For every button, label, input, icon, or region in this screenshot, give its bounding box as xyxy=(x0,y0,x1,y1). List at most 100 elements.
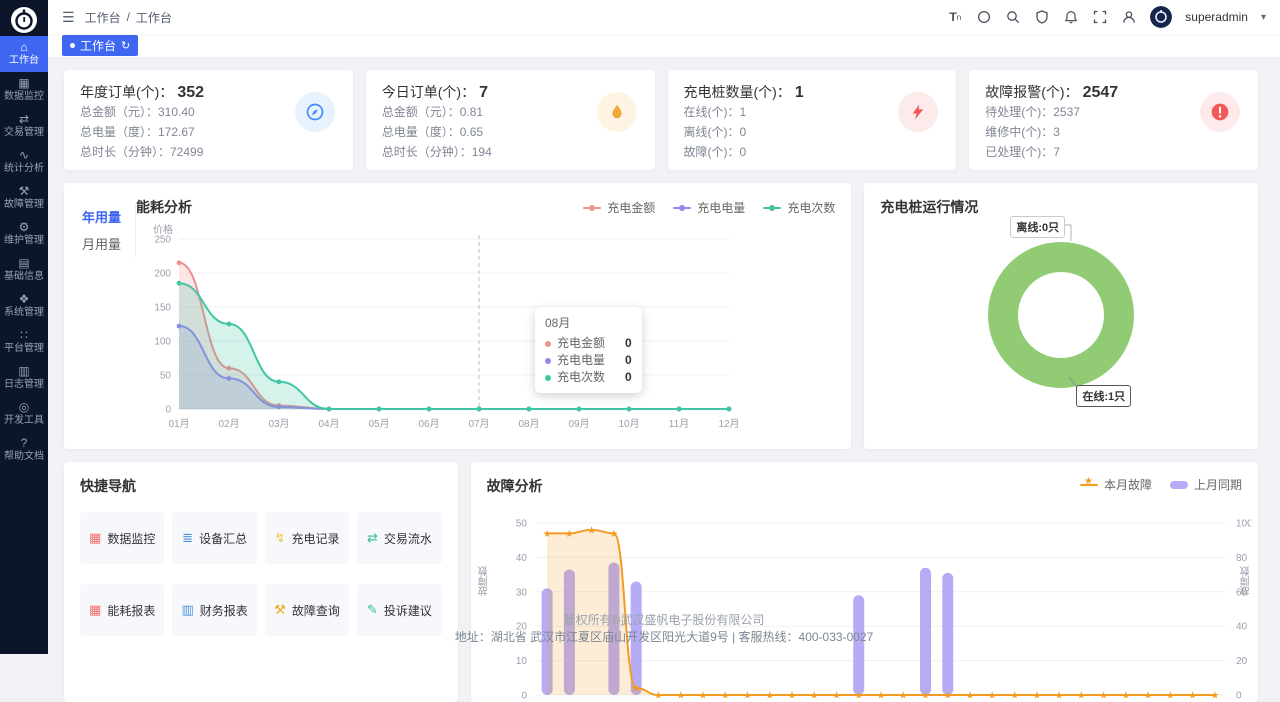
sidebar-item-data-monitor[interactable]: ▦ 数据监控 xyxy=(0,72,48,108)
pile-donut-chart[interactable] xyxy=(864,211,1256,423)
svg-text:12月: 12月 xyxy=(718,418,739,430)
sidebar-item-label: 维护管理 xyxy=(4,235,44,246)
svg-text:250: 250 xyxy=(154,235,171,246)
sidebar-item-devtools[interactable]: ◎开发工具 xyxy=(0,396,48,432)
legend-item[interactable]: 充电金额 xyxy=(583,199,655,216)
energy-line-chart[interactable]: 050100150200250价格01月02月03月04月05月06月07月08… xyxy=(134,223,774,433)
refresh-icon[interactable]: ↻ xyxy=(121,39,130,52)
sidebar-item-label: 帮助文档 xyxy=(4,451,44,462)
chart-tooltip: 08月 充电金额0充电电量0充电次数0 xyxy=(535,307,642,393)
quick-nav-item-2[interactable]: ↯充电记录 xyxy=(265,512,349,564)
workbench-icon: ⌂ xyxy=(20,41,27,53)
avatar[interactable] xyxy=(1150,6,1172,28)
sidebar-item-label: 统计分析 xyxy=(4,163,44,174)
energy-tab-year[interactable]: 年用量 xyxy=(78,203,125,230)
svg-text:★: ★ xyxy=(987,691,996,702)
svg-text:★: ★ xyxy=(1210,691,1219,702)
monitor-grid-icon: ▦ xyxy=(89,530,101,546)
quick-nav-item-0[interactable]: ▦数据监控 xyxy=(80,512,164,564)
app-logo[interactable] xyxy=(10,6,38,34)
info-icon: ▤ xyxy=(18,257,29,269)
font-size-icon[interactable]: Tn xyxy=(947,9,963,25)
svg-text:★: ★ xyxy=(698,691,707,702)
stat-value: 7 xyxy=(479,84,488,101)
svg-text:50: 50 xyxy=(160,371,172,382)
svg-text:★: ★ xyxy=(1032,691,1041,702)
svg-text:11月: 11月 xyxy=(669,418,689,430)
svg-text:价格: 价格 xyxy=(153,223,173,236)
page-footer: 版权所有©武汉盛帆电子股份有限公司 地址：湖北省 武汉市江夏区庙山开发区阳光大道… xyxy=(48,612,1280,646)
search-icon[interactable] xyxy=(1005,9,1021,25)
username[interactable]: superadmin xyxy=(1185,10,1248,24)
sidebar-item-system[interactable]: ❖系统管理 xyxy=(0,288,48,324)
svg-text:★: ★ xyxy=(565,529,574,540)
stat-subline: 故障(个)：0 xyxy=(684,143,941,162)
theme-icon[interactable] xyxy=(1034,9,1050,25)
compass-icon xyxy=(295,92,335,132)
copyright-line: 版权所有©武汉盛帆电子股份有限公司 xyxy=(48,612,1280,629)
sidebar: ⌂工作台▦数据监控⇄交易管理∿统计分析⚒故障管理⚙维护管理▤基础信息❖系统管理∷… xyxy=(0,0,48,654)
profile-icon[interactable] xyxy=(1121,9,1137,25)
stat-card-2: 充电桩数量(个)：1在线(个)：1离线(个)：0故障(个)：0 xyxy=(668,70,957,170)
sidebar-nav: ⌂工作台▦数据监控⇄交易管理∿统计分析⚒故障管理⚙维护管理▤基础信息❖系统管理∷… xyxy=(0,36,48,468)
fullscreen-icon[interactable] xyxy=(1092,9,1108,25)
energy-tab-month[interactable]: 月用量 xyxy=(78,230,125,257)
tab-workbench[interactable]: 工作台 ↻ xyxy=(62,35,138,56)
sidebar-item-maintenance[interactable]: ⚙维护管理 xyxy=(0,216,48,252)
svg-text:02月: 02月 xyxy=(218,418,239,430)
sidebar-item-label: 系统管理 xyxy=(4,307,44,318)
svg-text:★: ★ xyxy=(587,525,596,536)
menu-toggle-icon[interactable]: ☰ xyxy=(62,9,75,26)
stats-icon: ∿ xyxy=(19,149,29,161)
wrench-icon: ⚒ xyxy=(19,185,30,197)
svg-text:05月: 05月 xyxy=(368,418,389,430)
sidebar-item-help[interactable]: ?帮助文档 xyxy=(0,432,48,468)
svg-text:★: ★ xyxy=(1143,691,1152,702)
svg-text:100: 100 xyxy=(154,337,171,348)
devtools-icon: ◎ xyxy=(19,401,29,413)
sidebar-item-platform[interactable]: ∷平台管理 xyxy=(0,324,48,360)
sidebar-item-workbench[interactable]: ⌂工作台 xyxy=(0,36,48,72)
svg-text:★: ★ xyxy=(542,529,551,540)
svg-text:150: 150 xyxy=(154,303,171,314)
svg-text:★: ★ xyxy=(943,691,952,702)
transaction-icon: ⇄ xyxy=(19,113,29,125)
sidebar-item-label: 交易管理 xyxy=(4,127,44,138)
caret-down-icon[interactable]: ▾ xyxy=(1261,12,1266,23)
fault-bar-line-chart[interactable]: 01020304050020406080100★★★★★★★★★★★★★★★★★… xyxy=(481,488,1251,702)
breadcrumb-separator: / xyxy=(127,10,130,24)
svg-text:★: ★ xyxy=(876,691,885,702)
sidebar-item-logs[interactable]: ▥日志管理 xyxy=(0,360,48,396)
quick-nav-item-1[interactable]: ≣设备汇总 xyxy=(172,512,256,564)
record-icon[interactable] xyxy=(976,9,992,25)
breadcrumb-item-root[interactable]: 工作台 xyxy=(85,9,121,26)
sidebar-item-transaction[interactable]: ⇄ 交易管理 xyxy=(0,108,48,144)
svg-text:100: 100 xyxy=(1236,519,1251,530)
quick-nav-item-3[interactable]: ⇄交易流水 xyxy=(357,512,441,564)
svg-text:★: ★ xyxy=(609,529,618,540)
legend-item[interactable]: 充电电量 xyxy=(673,199,745,216)
device-list-icon: ≣ xyxy=(182,530,193,546)
sidebar-item-statistics[interactable]: ∿ 统计分析 xyxy=(0,144,48,180)
stat-subline: 维修中(个)：3 xyxy=(985,123,1242,142)
svg-text:★: ★ xyxy=(809,691,818,702)
svg-text:20: 20 xyxy=(1236,656,1248,667)
svg-text:06月: 06月 xyxy=(418,418,439,430)
monitor-icon: ▦ xyxy=(18,77,29,89)
address-line: 地址：湖北省 武汉市江夏区庙山开发区阳光大道9号 | 客服热线：400-033-… xyxy=(48,629,1280,646)
notification-icon[interactable] xyxy=(1063,9,1079,25)
quick-nav-card: 快捷导航 ▦数据监控≣设备汇总↯充电记录⇄交易流水▦能耗报表▥财务报表⚒故障查询… xyxy=(64,462,458,702)
log-icon: ▥ xyxy=(18,365,29,377)
legend-item[interactable]: 充电次数 xyxy=(763,199,835,216)
svg-text:10月: 10月 xyxy=(618,418,639,430)
sidebar-item-label: 数据监控 xyxy=(4,91,44,102)
sidebar-item-basic-info[interactable]: ▤基础信息 xyxy=(0,252,48,288)
stat-subline: 总电量（度）：0.65 xyxy=(382,123,639,142)
top-header: ☰ 工作台 / 工作台 Tn superadmin ▾ xyxy=(48,0,1280,34)
offline-label: 离线:0只 xyxy=(1010,216,1065,238)
sidebar-item-fault[interactable]: ⚒故障管理 xyxy=(0,180,48,216)
svg-text:0: 0 xyxy=(165,405,171,416)
svg-text:★: ★ xyxy=(1076,691,1085,702)
svg-text:★: ★ xyxy=(1121,691,1130,702)
platform-icon: ∷ xyxy=(20,329,28,341)
